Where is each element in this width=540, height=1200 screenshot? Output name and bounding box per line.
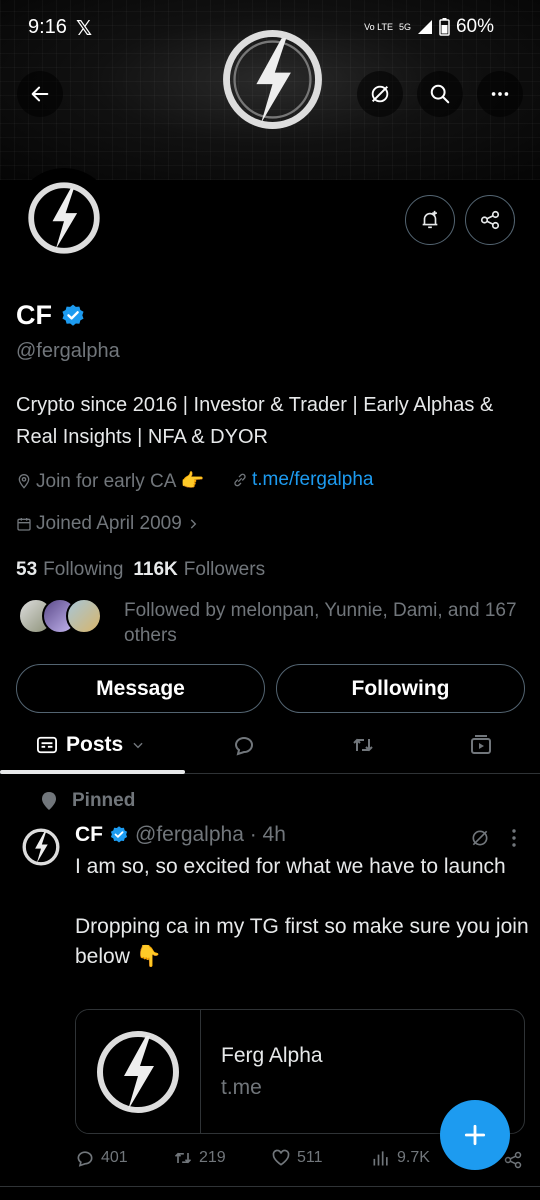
followers-label: Followers (183, 559, 266, 580)
following-count-link[interactable]: 53 Following (16, 559, 123, 581)
website-link[interactable]: t.me/fergalpha (252, 469, 373, 491)
reply-bubble-icon (234, 737, 253, 756)
profile-location: Join for early CA 👉 (16, 469, 204, 493)
more-options-button[interactable] (477, 71, 523, 117)
profile-bio: Crypto since 2016 | Investor & Trader | … (16, 394, 494, 448)
search-icon (430, 84, 450, 104)
verified-badge-icon[interactable] (60, 303, 86, 329)
share-icon (480, 210, 500, 230)
followed-by-text: Followed by melonpan, Yunnie, Dami, and … (124, 600, 517, 646)
link-card-title: Ferg Alpha (221, 1044, 323, 1067)
plus-icon (464, 1124, 486, 1146)
pinned-label: Pinned (72, 790, 136, 811)
followed-by-row[interactable]: Followed by melonpan, Yunnie, Dami, and … (18, 598, 517, 646)
heart-icon (272, 1149, 290, 1166)
follower-avatar (66, 598, 102, 634)
active-tab-indicator (0, 770, 185, 774)
chevron-right-icon (190, 519, 197, 529)
follow-counts: 53 Following 116K Followers (16, 559, 265, 581)
following-label: Following (43, 559, 124, 580)
lightning-avatar-icon (28, 182, 100, 254)
location-pin-icon (18, 474, 30, 489)
tab-replies[interactable] (232, 718, 256, 772)
posts-icon (37, 736, 57, 754)
joined-text: Joined April 2009 (36, 513, 182, 534)
bell-plus-icon (422, 210, 438, 229)
repost-icon (353, 738, 373, 752)
location-text: Join for early CA 👉 (36, 471, 205, 492)
grok-post-icon[interactable] (470, 828, 490, 848)
media-icon (471, 735, 491, 754)
pinned-label-row: Pinned (40, 790, 135, 812)
share-icon[interactable] (503, 1150, 523, 1170)
post-author-name[interactable]: CF (75, 823, 103, 847)
lightning-avatar-icon (22, 828, 60, 866)
followers-count-link[interactable]: 116K Followers (133, 559, 265, 581)
more-dots-icon (491, 92, 509, 96)
link-icon (234, 473, 246, 487)
tab-reposts[interactable] (351, 718, 375, 772)
verified-badge-icon (110, 826, 128, 843)
link-card-image (76, 1010, 201, 1133)
repost-count: 219 (199, 1149, 226, 1166)
chevron-down-icon (133, 742, 143, 749)
reply-button[interactable]: 401 (75, 1148, 128, 1168)
link-card-domain: t.me (221, 1076, 262, 1099)
battery-icon (439, 18, 450, 36)
post-handle-time: @fergalpha · 4h (135, 823, 286, 846)
profile-joined[interactable]: Joined April 2009 (16, 513, 200, 535)
profile-avatar[interactable] (14, 168, 114, 268)
x-app-icon: 𝕏 (76, 18, 93, 40)
back-button[interactable] (17, 71, 63, 117)
lightning-logo-icon (97, 1030, 179, 1113)
followers-count: 116K (133, 559, 178, 580)
views-bar-icon (373, 1151, 388, 1166)
like-button[interactable]: 511 (271, 1148, 323, 1168)
status-time: 9:16 (28, 16, 67, 38)
profile-tabs: Posts (0, 718, 540, 774)
reply-count: 401 (101, 1149, 128, 1166)
notifications-button[interactable] (405, 195, 455, 245)
grok-button[interactable] (357, 71, 403, 117)
profile-website[interactable]: t.me/fergalpha (232, 469, 373, 491)
divider (0, 1186, 540, 1187)
repost-icon (174, 1152, 192, 1164)
profile-handle: @fergalpha (16, 340, 120, 362)
message-button[interactable]: Message (16, 664, 265, 713)
search-button[interactable] (417, 71, 463, 117)
like-count: 511 (297, 1149, 323, 1166)
tab-media[interactable] (469, 718, 493, 772)
pin-icon (42, 792, 56, 810)
status-bar: 9:16 𝕏 Vo LTE 5G 60% (0, 0, 540, 54)
volte-indicator: Vo LTE (364, 21, 393, 32)
post-author-avatar[interactable] (18, 824, 64, 870)
network-indicator: 5G (398, 21, 411, 32)
profile-name-row: CF (16, 300, 86, 331)
repost-button[interactable]: 219 (173, 1148, 226, 1168)
compose-post-button[interactable] (440, 1100, 510, 1170)
tab-posts[interactable]: Posts (36, 718, 145, 772)
following-count: 53 (16, 559, 38, 580)
post-header: CF @fergalpha · 4h (75, 823, 286, 847)
views-count: 9.7K (397, 1149, 430, 1166)
grok-icon (371, 85, 389, 103)
tab-posts-label: Posts (66, 733, 124, 756)
reply-icon (77, 1151, 93, 1167)
following-button[interactable]: Following (276, 664, 525, 713)
arrow-left-icon (31, 86, 49, 102)
post-more-icon[interactable] (505, 828, 523, 848)
post-text: I am so, so excited for what we have to … (75, 855, 529, 968)
views-button[interactable]: 9.7K (371, 1148, 430, 1168)
calendar-icon (17, 518, 31, 531)
share-profile-button[interactable] (465, 195, 515, 245)
signal-icon (417, 20, 432, 34)
profile-name: CF (16, 300, 52, 330)
battery-level: 60% (455, 16, 494, 37)
